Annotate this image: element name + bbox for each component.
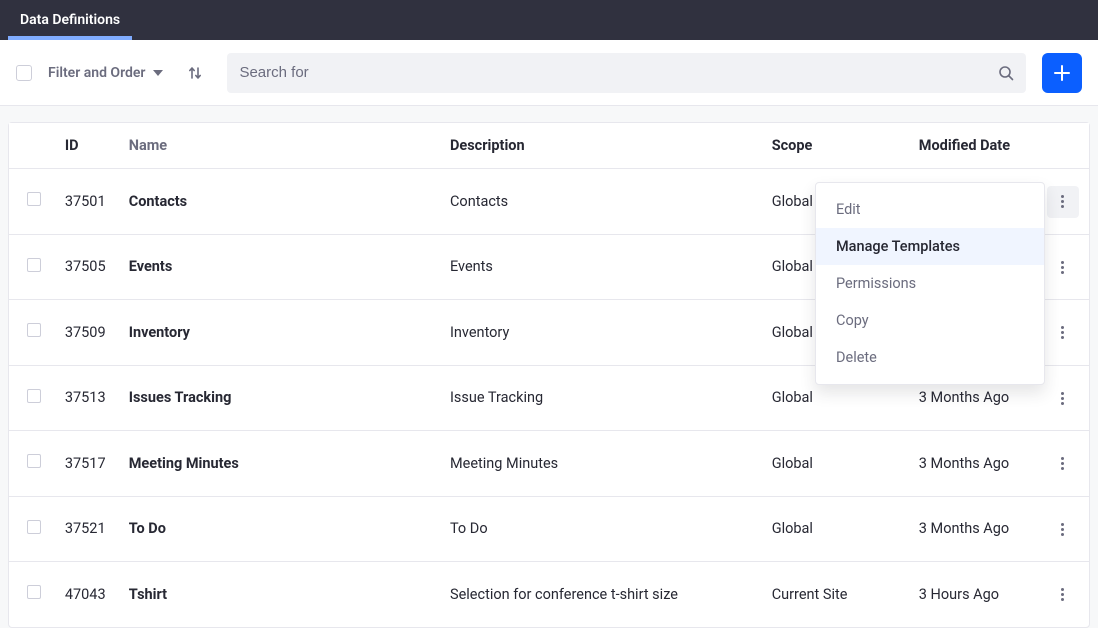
menu-item-manage-templates[interactable]: Manage Templates (816, 228, 1044, 265)
table-row[interactable]: 37517Meeting MinutesMeeting MinutesGloba… (9, 431, 1089, 497)
filter-and-order-dropdown[interactable]: Filter and Order (48, 65, 163, 81)
cell-id: 37513 (55, 365, 119, 431)
column-header-id[interactable]: ID (55, 123, 119, 169)
cell-description: To Do (440, 496, 762, 562)
cell-description: Selection for conference t-shirt size (440, 562, 762, 627)
cell-id: 37521 (55, 496, 119, 562)
menu-item-permissions[interactable]: Permissions (816, 265, 1044, 302)
ellipsis-vertical-icon (1061, 457, 1064, 470)
ellipsis-vertical-icon (1061, 588, 1064, 601)
cell-name: Events (119, 234, 440, 300)
select-all-checkbox[interactable] (16, 65, 32, 81)
row-select-checkbox[interactable] (27, 258, 41, 272)
column-header-check (9, 123, 55, 169)
cell-name: To Do (119, 496, 440, 562)
row-actions-button[interactable] (1047, 579, 1079, 611)
cell-name: Inventory (119, 300, 440, 366)
filter-order-label: Filter and Order (48, 65, 145, 81)
row-actions-button[interactable] (1047, 448, 1079, 480)
plus-icon (1053, 64, 1071, 82)
column-header-scope[interactable]: Scope (762, 123, 909, 169)
cell-id: 37505 (55, 234, 119, 300)
cell-id: 37517 (55, 431, 119, 497)
row-select-checkbox[interactable] (27, 585, 41, 599)
cell-description: Events (440, 234, 762, 300)
table-row[interactable]: 37521To DoTo DoGlobal3 Months Ago (9, 496, 1089, 562)
cell-description: Meeting Minutes (440, 431, 762, 497)
tabs-bar: Data Definitions (0, 0, 1098, 40)
row-select-checkbox[interactable] (27, 520, 41, 534)
ellipsis-vertical-icon (1061, 523, 1064, 536)
row-actions-button[interactable] (1047, 186, 1079, 218)
row-actions-menu: Edit Manage Templates Permissions Copy D… (815, 182, 1045, 385)
row-actions-button[interactable] (1047, 382, 1079, 414)
add-button[interactable] (1042, 53, 1082, 93)
cell-id: 37509 (55, 300, 119, 366)
cell-modified: 3 Months Ago (909, 431, 1037, 497)
table-row[interactable]: 47043TshirtSelection for conference t-sh… (9, 562, 1089, 627)
row-select-checkbox[interactable] (27, 192, 41, 206)
cell-name: Tshirt (119, 562, 440, 627)
row-select-checkbox[interactable] (27, 389, 41, 403)
cell-scope: Global (762, 496, 909, 562)
cell-name: Contacts (119, 169, 440, 235)
caret-down-icon (153, 70, 163, 76)
ellipsis-vertical-icon (1061, 261, 1064, 274)
menu-item-edit[interactable]: Edit (816, 191, 1044, 228)
tab-label: Data Definitions (20, 12, 120, 28)
ellipsis-vertical-icon (1061, 326, 1064, 339)
column-header-name[interactable]: Name (119, 123, 440, 169)
ellipsis-vertical-icon (1061, 392, 1064, 405)
cell-id: 47043 (55, 562, 119, 627)
sort-button[interactable] (179, 57, 211, 89)
cell-modified: 3 Hours Ago (909, 562, 1037, 627)
search-input[interactable] (239, 64, 990, 81)
row-select-checkbox[interactable] (27, 454, 41, 468)
row-select-checkbox[interactable] (27, 323, 41, 337)
ellipsis-vertical-icon (1061, 195, 1064, 208)
toolbar: Filter and Order (0, 40, 1098, 106)
cell-name: Meeting Minutes (119, 431, 440, 497)
column-header-description[interactable]: Description (440, 123, 762, 169)
tab-data-definitions[interactable]: Data Definitions (8, 0, 132, 40)
search-field[interactable] (227, 53, 1026, 93)
cell-scope: Global (762, 431, 909, 497)
menu-item-copy[interactable]: Copy (816, 302, 1044, 339)
row-actions-button[interactable] (1047, 251, 1079, 283)
order-arrow-icon (187, 65, 203, 81)
cell-description: Contacts (440, 169, 762, 235)
column-header-modified[interactable]: Modified Date (909, 123, 1037, 169)
cell-id: 37501 (55, 169, 119, 235)
menu-item-delete[interactable]: Delete (816, 339, 1044, 376)
cell-description: Issue Tracking (440, 365, 762, 431)
cell-scope: Current Site (762, 562, 909, 627)
column-header-actions (1037, 123, 1089, 169)
row-actions-button[interactable] (1047, 317, 1079, 349)
row-actions-button[interactable] (1047, 513, 1079, 545)
cell-modified: 3 Months Ago (909, 496, 1037, 562)
search-icon (998, 65, 1014, 81)
data-definitions-table-wrap: ID Name Description Scope Modified Date … (8, 122, 1090, 628)
cell-description: Inventory (440, 300, 762, 366)
cell-name: Issues Tracking (119, 365, 440, 431)
